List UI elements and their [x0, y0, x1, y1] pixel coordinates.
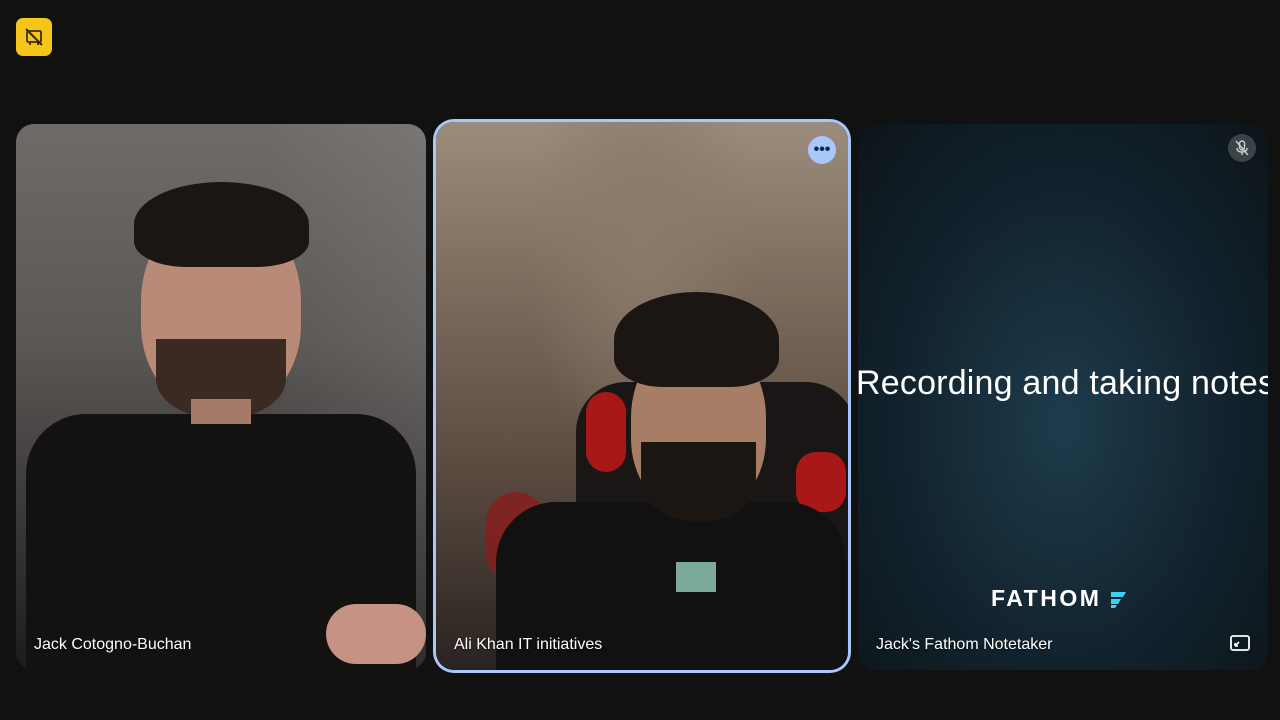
recording-off-icon — [25, 28, 43, 46]
fathom-logo: FATHOM — [991, 585, 1129, 612]
fathom-logo-icon — [1111, 591, 1127, 608]
participant-name: Jack Cotogno-Buchan — [34, 636, 192, 653]
mic-off-icon — [1228, 134, 1256, 162]
participant-tile-ali[interactable]: ••• Ali Khan IT initiatives — [436, 122, 848, 670]
fathom-logo-text: FATHOM — [991, 585, 1102, 611]
expand-icon[interactable] — [1228, 632, 1252, 654]
more-options-button[interactable]: ••• — [808, 136, 836, 164]
more-horiz-icon: ••• — [813, 141, 831, 158]
participant-tile-jack[interactable]: Jack Cotogno-Buchan — [16, 124, 426, 670]
recording-message: Recording and taking notes — [858, 364, 1268, 402]
participant-name: Jack's Fathom Notetaker — [876, 636, 1053, 653]
participant-tile-fathom[interactable]: Recording and taking notes FATHOM Jack's… — [858, 124, 1268, 670]
video-feed — [436, 122, 848, 670]
participant-name: Ali Khan IT initiatives — [454, 636, 603, 653]
recording-badge[interactable] — [16, 18, 52, 56]
video-feed — [16, 124, 426, 670]
